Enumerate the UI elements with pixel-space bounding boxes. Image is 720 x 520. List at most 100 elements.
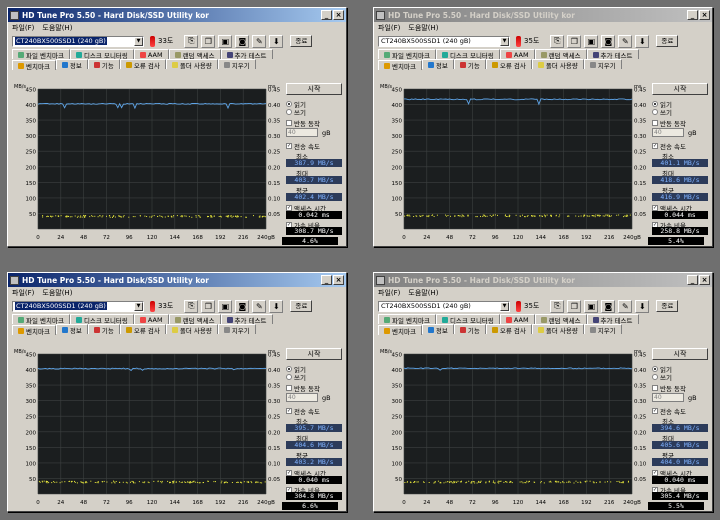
chevron-down-icon[interactable]: ▼: [134, 36, 143, 46]
repeat-checkbox[interactable]: 반동 동작: [286, 118, 320, 128]
tab-row2-0[interactable]: 벤치마크: [12, 325, 56, 336]
drive-select[interactable]: CT240BX500SSD1 (240 gB) ▼: [12, 35, 144, 47]
tab-row2-2[interactable]: 기능: [87, 59, 120, 70]
drive-select[interactable]: CT240BX500SSD1 (240 gB) ▼: [378, 300, 510, 312]
copy-info-icon[interactable]: ❐: [201, 34, 216, 48]
tab-row1-3[interactable]: 랜덤 액세스: [168, 49, 221, 60]
options-icon[interactable]: ✎: [252, 34, 267, 48]
tab-row2-5[interactable]: 지우기: [583, 59, 622, 70]
close-button[interactable]: ×: [699, 275, 710, 285]
tab-row1-1[interactable]: 디스크 모니터링: [69, 314, 134, 325]
help-icon[interactable]: ⬇: [635, 299, 650, 313]
copy-icon[interactable]: ⎘: [184, 299, 199, 313]
tab-row1-2[interactable]: AAM: [133, 314, 169, 324]
close-button[interactable]: ×: [333, 10, 344, 20]
write-radio[interactable]: 쓰기: [652, 107, 672, 117]
tab-row1-3[interactable]: 랜덤 액세스: [534, 314, 587, 325]
tab-row2-0[interactable]: 벤치마크: [378, 325, 422, 336]
copy-info-icon[interactable]: ❐: [567, 299, 582, 313]
exit-button[interactable]: 종료: [290, 35, 313, 47]
start-button[interactable]: 시작: [286, 83, 342, 95]
menu-file[interactable]: 파일(F): [12, 288, 34, 298]
copy-info-icon[interactable]: ❐: [201, 299, 216, 313]
tab-row1-4[interactable]: 추가 테스트: [586, 314, 639, 325]
exit-button[interactable]: 종료: [656, 35, 679, 47]
close-button[interactable]: ×: [699, 10, 710, 20]
tab-row1-1[interactable]: 디스크 모니터링: [435, 49, 500, 60]
write-radio[interactable]: 쓰기: [652, 372, 672, 382]
tab-row2-4[interactable]: 폴더 사용량: [165, 59, 218, 70]
tab-row2-2[interactable]: 기능: [453, 59, 486, 70]
minimize-button[interactable]: _: [321, 10, 332, 20]
start-button[interactable]: 시작: [286, 348, 342, 360]
repeat-checkbox[interactable]: 반동 동작: [286, 383, 320, 393]
tab-row2-3[interactable]: 오류 검사: [119, 59, 166, 70]
tab-row2-1[interactable]: 정보: [421, 59, 454, 70]
tab-row2-3[interactable]: 오류 검사: [119, 324, 166, 335]
screenshot-icon[interactable]: ◙: [601, 34, 616, 48]
tab-row2-4[interactable]: 폴더 사용량: [531, 59, 584, 70]
help-icon[interactable]: ⬇: [269, 299, 284, 313]
tab-row2-0[interactable]: 벤치마크: [12, 60, 56, 71]
tab-row2-0[interactable]: 벤치마크: [378, 60, 422, 71]
repeat-size-input[interactable]: 40: [652, 128, 684, 137]
drive-select[interactable]: CT240BX500SSD1 (240 gB) ▼: [378, 35, 510, 47]
write-radio[interactable]: 쓰기: [286, 107, 306, 117]
repeat-size-input[interactable]: 40: [652, 393, 684, 402]
tab-row1-4[interactable]: 추가 테스트: [586, 49, 639, 60]
start-button[interactable]: 시작: [652, 348, 708, 360]
options-icon[interactable]: ✎: [618, 299, 633, 313]
screenshot-icon[interactable]: ◙: [235, 299, 250, 313]
tab-row2-5[interactable]: 지우기: [583, 324, 622, 335]
save-icon[interactable]: ▣: [584, 34, 599, 48]
tab-row1-2[interactable]: AAM: [133, 49, 169, 59]
exit-button[interactable]: 종료: [290, 300, 313, 312]
repeat-size-input[interactable]: 40: [286, 128, 318, 137]
tab-row1-3[interactable]: 랜덤 액세스: [534, 49, 587, 60]
copy-info-icon[interactable]: ❐: [567, 34, 582, 48]
tab-row2-3[interactable]: 오류 검사: [485, 324, 532, 335]
repeat-checkbox[interactable]: 반동 동작: [652, 118, 686, 128]
tab-row1-0[interactable]: 파일 벤치마크: [12, 49, 70, 60]
transfer-rate-checkbox[interactable]: ✓ 전송 속도: [286, 406, 320, 416]
transfer-rate-checkbox[interactable]: ✓ 전송 속도: [652, 141, 686, 151]
exit-button[interactable]: 종료: [656, 300, 679, 312]
tab-row1-1[interactable]: 디스크 모니터링: [69, 49, 134, 60]
chevron-down-icon[interactable]: ▼: [500, 36, 509, 46]
drive-select[interactable]: CT240BX500SSD1 (240 gB) ▼: [12, 300, 144, 312]
close-button[interactable]: ×: [333, 275, 344, 285]
menu-file[interactable]: 파일(F): [378, 23, 400, 33]
copy-icon[interactable]: ⎘: [550, 299, 565, 313]
save-icon[interactable]: ▣: [584, 299, 599, 313]
repeat-checkbox[interactable]: 반동 동작: [652, 383, 686, 393]
repeat-size-input[interactable]: 40: [286, 393, 318, 402]
minimize-button[interactable]: _: [321, 275, 332, 285]
save-icon[interactable]: ▣: [218, 299, 233, 313]
start-button[interactable]: 시작: [652, 83, 708, 95]
tab-row2-5[interactable]: 지우기: [217, 324, 256, 335]
chevron-down-icon[interactable]: ▼: [134, 301, 143, 311]
title-bar[interactable]: HD Tune Pro 5.50 - Hard Disk/SSD Utility…: [8, 273, 346, 287]
tab-row1-0[interactable]: 파일 벤치마크: [378, 314, 436, 325]
options-icon[interactable]: ✎: [618, 34, 633, 48]
tab-row1-0[interactable]: 파일 벤치마크: [12, 314, 70, 325]
tab-row1-1[interactable]: 디스크 모니터링: [435, 314, 500, 325]
title-bar[interactable]: HD Tune Pro 5.50 - Hard Disk/SSD Utility…: [374, 273, 712, 287]
screenshot-icon[interactable]: ◙: [601, 299, 616, 313]
minimize-button[interactable]: _: [687, 275, 698, 285]
tab-row1-4[interactable]: 추가 테스트: [220, 314, 273, 325]
tab-row1-3[interactable]: 랜덤 액세스: [168, 314, 221, 325]
tab-row2-1[interactable]: 정보: [421, 324, 454, 335]
tab-row1-2[interactable]: AAM: [499, 314, 535, 324]
transfer-rate-checkbox[interactable]: ✓ 전송 속도: [286, 141, 320, 151]
transfer-rate-checkbox[interactable]: ✓ 전송 속도: [652, 406, 686, 416]
copy-icon[interactable]: ⎘: [184, 34, 199, 48]
tab-row1-2[interactable]: AAM: [499, 49, 535, 59]
tab-row2-4[interactable]: 폴더 사용량: [165, 324, 218, 335]
tab-row2-1[interactable]: 정보: [55, 324, 88, 335]
help-icon[interactable]: ⬇: [269, 34, 284, 48]
tab-row2-5[interactable]: 지우기: [217, 59, 256, 70]
menu-help[interactable]: 도움말(H): [42, 288, 72, 298]
help-icon[interactable]: ⬇: [635, 34, 650, 48]
write-radio[interactable]: 쓰기: [286, 372, 306, 382]
